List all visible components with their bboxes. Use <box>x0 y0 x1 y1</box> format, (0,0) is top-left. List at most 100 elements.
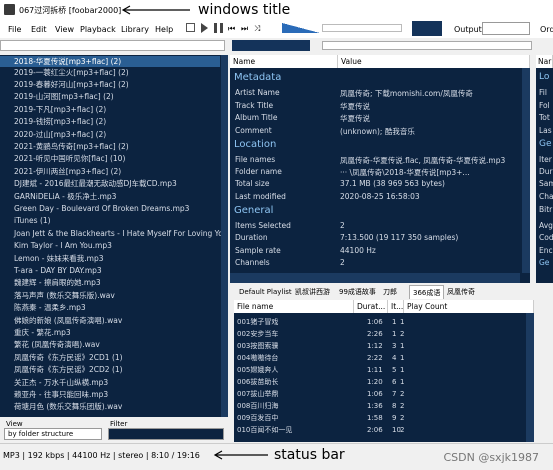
properties-col-value[interactable]: Value <box>338 55 530 68</box>
album-list-item[interactable]: 2018-华夏传说[mp3+flac] (2) <box>0 56 220 67</box>
cell-item: 7 <box>392 390 397 398</box>
album-list-item[interactable]: DJ建斌 - 2016最红最潮无敌动感DJ车载CD.mp3 <box>0 178 177 189</box>
table-row[interactable]: 005嫦娥奔人 1:11 5 1 <box>234 364 534 376</box>
album-list-item[interactable]: 魏建辉 - 擦肩眼的她.mp3 <box>0 277 101 288</box>
table-row[interactable]: 003按图索骥 1:12 3 1 <box>234 340 534 352</box>
filter-input[interactable] <box>108 428 224 440</box>
album-list-item[interactable]: 2019-山河图[mp3+flac] (2) <box>0 91 114 102</box>
album-list-item[interactable]: 2019-一蓑红尘火[mp3+flac] (2) <box>0 67 129 78</box>
right-item: Fil <box>539 88 547 97</box>
playlist-col-filename[interactable]: File name <box>234 300 354 313</box>
cell-item: 6 <box>392 378 397 386</box>
album-list-panel: 2018-华夏传说[mp3+flac] (2) 2019-一蓑红尘火[mp3+f… <box>0 55 228 417</box>
status-annotation: status bar <box>274 447 345 463</box>
tab-default-playlist[interactable]: Default Playlist <box>236 285 295 299</box>
previous-icon[interactable]: ⏮ <box>228 24 235 34</box>
annotation-arrow-icon <box>213 450 268 460</box>
table-row[interactable]: 002安步当车 2:26 1 2 <box>234 328 534 340</box>
album-list-item[interactable]: 陈燕秦 - 温柔乡.mp3 <box>0 302 86 313</box>
playlist-col-item[interactable]: It... <box>388 300 404 313</box>
next-icon[interactable]: ⏭ <box>241 24 248 34</box>
right-item: Iter <box>539 155 552 164</box>
progress-track[interactable] <box>322 41 532 50</box>
play-icon[interactable] <box>201 23 208 33</box>
window-title: 067过河拆桥 [foobar2000] <box>19 6 122 15</box>
table-row[interactable]: 007拔山举鼎 1:06 7 2 <box>234 388 534 400</box>
prop-name: File names <box>235 155 276 164</box>
album-list-item[interactable]: 落马声声 (数乐交舞乐版).wav <box>0 290 115 301</box>
album-list-item[interactable]: 繁花 (凤凰传奇演唱).wav <box>0 339 100 350</box>
album-list-item[interactable]: 佛娘的新娘 (凤凰传奇演唱).wav <box>0 315 122 326</box>
album-list-item[interactable]: Joan Jett & the Blackhearts - I Hate Mys… <box>0 228 228 239</box>
album-list-item[interactable]: iTunes (1) <box>0 215 51 226</box>
album-list-scrollbar[interactable] <box>221 55 228 417</box>
playlist-col-duration[interactable]: Durat... <box>354 300 388 313</box>
pause-icon[interactable] <box>214 23 223 33</box>
menu-help[interactable]: Help <box>155 25 173 34</box>
menu-library[interactable]: Library <box>121 25 149 34</box>
random-icon[interactable]: ⤨ <box>254 24 260 34</box>
stop-button[interactable] <box>186 23 195 32</box>
cell-file: 005嫦娥奔人 <box>237 366 279 374</box>
view-select[interactable]: by folder structure <box>4 428 102 440</box>
foobar-window: { "window": {"title": "067过河拆桥 [foobar20… <box>0 0 553 470</box>
right-item: Cod <box>539 233 553 242</box>
playlist-scrollbar[interactable] <box>526 313 534 442</box>
table-row[interactable]: 009百发百中 1:58 9 2 <box>234 412 534 424</box>
prop-name: Track Title <box>235 101 274 110</box>
prop-value: 7:13.500 (19 117 350 samples) <box>340 233 459 242</box>
title-annotation: windows title <box>198 2 291 18</box>
view-label: View <box>6 420 23 428</box>
menu-file[interactable]: File <box>8 25 21 34</box>
cell-playcount: 1 <box>400 378 405 386</box>
prop-value: ··· \凤凰传奇\2018-华夏传说[mp3+... <box>340 168 470 177</box>
output-label: Output: <box>454 25 485 34</box>
section-general: General <box>234 205 274 216</box>
properties-col-name[interactable]: Name <box>230 55 338 68</box>
tab-playlist-2[interactable]: 凯叔讲西游 <box>292 285 333 299</box>
album-list-item[interactable]: 2021-黄鹂鸟传奇[mp3+flac] (2) <box>0 141 129 152</box>
album-list-item[interactable]: 赖亚舟 - 往事只能回味.mp3 <box>0 389 108 400</box>
cell-duration: 1:58 <box>367 414 383 422</box>
album-list-item[interactable]: GARNiDELiA - 极乐净土.mp3 <box>0 191 116 202</box>
seek-bar[interactable] <box>322 24 402 32</box>
album-list-item[interactable]: 凤凰传奇《东方民谣》2CD1 (1) <box>0 352 123 363</box>
album-list-item[interactable]: 2019-下凡[mp3+flac] (2) <box>0 104 106 115</box>
order-label: Ord <box>540 25 553 34</box>
album-list-item[interactable]: Lemon - 妹妹来看我.mp3 <box>0 253 104 264</box>
table-row[interactable]: 001猪子冒戏 1:06 1 1 <box>234 316 534 328</box>
table-row[interactable]: 006拔苗助长 1:20 6 1 <box>234 376 534 388</box>
tab-playlist-5[interactable]: 366成语 <box>409 285 445 299</box>
tab-playlist-6[interactable]: 凤凰传奇 <box>444 285 478 299</box>
table-row[interactable]: 008百川归海 1:36 8 2 <box>234 400 534 412</box>
table-row[interactable]: 004嗷嗷待台 2:22 4 1 <box>234 352 534 364</box>
album-list-item[interactable]: 2019-春暮好河山[mp3+flac] (2) <box>0 79 129 90</box>
album-list-item[interactable]: 关正杰 - 万水千山纵横.mp3 <box>0 377 108 388</box>
properties-hscrollbar[interactable] <box>230 273 520 283</box>
album-list-item[interactable]: 凤凰传奇《东方民谣》2CD2 (1) <box>0 364 123 375</box>
album-list-item[interactable]: 2020-过山[mp3+flac] (2) <box>0 129 106 140</box>
cell-playcount: 1 <box>400 342 405 350</box>
album-list-item[interactable]: 重庆 - 繁花.mp3 <box>0 327 71 338</box>
playlist-col-playcount[interactable]: Play Count <box>404 300 534 313</box>
table-row[interactable]: 010百闻不如一见 2:06 10 2 <box>234 424 534 436</box>
output-select[interactable] <box>482 22 530 35</box>
tab-playlist-4[interactable]: 刀郎 <box>380 285 400 299</box>
album-list-item[interactable]: Green Day - Boulevard Of Broken Dreams.m… <box>0 203 189 214</box>
properties-vscrollbar[interactable] <box>522 68 530 273</box>
properties-panel: Name Value Metadata Artist Name 凤凰传奇; 下载… <box>230 55 530 283</box>
tab-playlist-3[interactable]: 99成语故事 <box>336 285 379 299</box>
menu-playback[interactable]: Playback <box>80 25 116 34</box>
prop-name: Items Selected <box>235 221 291 230</box>
album-list-item[interactable]: T-ara - DAY BY DAY.mp3 <box>0 265 102 276</box>
album-list-item[interactable]: 荷塘月色 (数乐交舞乐团版).wav <box>0 401 122 412</box>
seek-track[interactable] <box>0 40 225 51</box>
menu-view[interactable]: View <box>55 25 74 34</box>
menu-edit[interactable]: Edit <box>31 25 47 34</box>
album-list-item[interactable]: 2021-听见中国听见你[flac] (10) <box>0 153 125 164</box>
volume-bar[interactable] <box>282 23 320 33</box>
album-list-item[interactable]: 2021-伊川两丝[mp3+flac] (2) <box>0 166 121 177</box>
album-list-item[interactable]: 2019-钱捞[mp3+flac] (2) <box>0 116 106 127</box>
album-list-item[interactable]: Kim Taylor - I Am You.mp3 <box>0 240 112 251</box>
right-col-name[interactable]: Nar <box>536 55 553 68</box>
